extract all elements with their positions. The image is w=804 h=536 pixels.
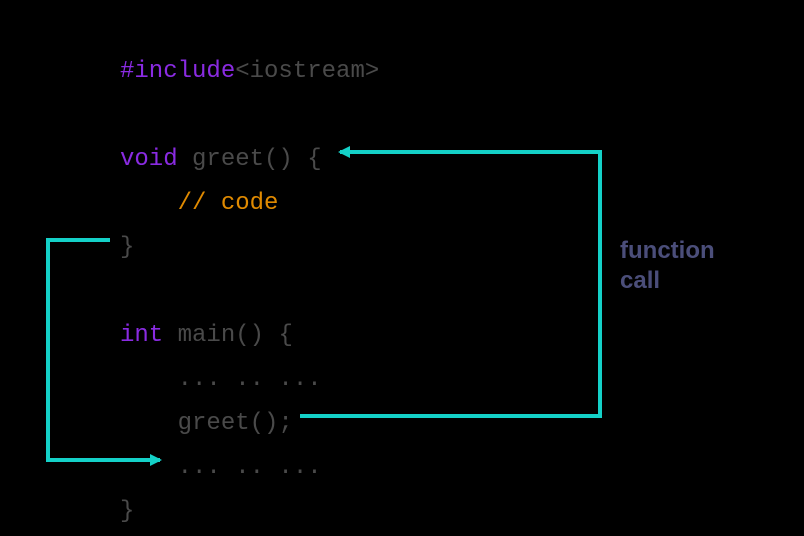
ellipsis-1: ... .. ... [178,366,322,393]
code-line-1: #include<iostream> [120,58,379,85]
keyword-void: void [120,146,178,173]
code-block: #include<iostream> void greet() { // cod… [120,50,379,534]
code-line-5-close-brace: } [120,234,134,261]
greet-call: greet(); [178,410,293,437]
comment-code: // code [178,190,279,217]
ellipsis-2: ... .. ... [178,454,322,481]
code-line-9: greet(); [120,410,293,437]
code-line-10: ... .. ... [120,454,322,481]
annotation-function-call: function call [620,236,715,296]
preproc-directive: #include [120,58,235,85]
code-line-8: ... .. ... [120,366,322,393]
code-line-blank-2 [120,278,134,305]
code-line-4: // code [120,190,278,217]
code-line-11-close-brace: } [120,498,134,525]
diagram-stage: #include<iostream> void greet() { // cod… [0,0,804,536]
code-line-7: int main() { [120,322,293,349]
keyword-int: int [120,322,163,349]
code-line-3: void greet() { [120,146,322,173]
greet-declaration: greet() { [178,146,322,173]
code-line-blank-1 [120,102,134,129]
main-declaration: main() { [163,322,293,349]
preproc-header: <iostream> [235,58,379,85]
